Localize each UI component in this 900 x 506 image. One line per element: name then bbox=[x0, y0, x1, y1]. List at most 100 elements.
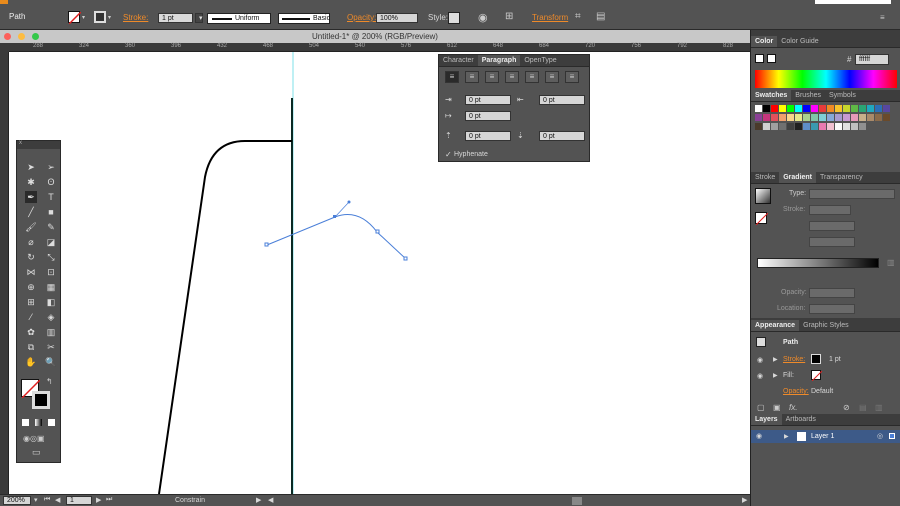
fill-swatch[interactable] bbox=[68, 11, 82, 25]
handle-point[interactable] bbox=[347, 200, 351, 204]
first-artboard-icon[interactable]: ⏮ bbox=[44, 496, 50, 504]
appearance-stroke-swatch[interactable] bbox=[811, 354, 821, 364]
appearance-fill-swatch[interactable] bbox=[811, 370, 823, 382]
zoom-dropdown-icon[interactable]: ▾ bbox=[34, 496, 38, 504]
next-artboard-icon[interactable]: ▶ bbox=[96, 496, 101, 504]
color-swatch[interactable] bbox=[827, 114, 834, 121]
hyphenate-checkbox[interactable]: ✓ bbox=[445, 150, 452, 159]
fill-expand-icon[interactable]: ▶ bbox=[773, 372, 778, 379]
layer-target-icon[interactable]: ◎ bbox=[877, 432, 883, 440]
color-swatch[interactable] bbox=[787, 105, 794, 112]
tab-symbols[interactable]: Symbols bbox=[825, 90, 860, 101]
tab-swatches[interactable]: Swatches bbox=[751, 90, 792, 101]
color-swatch[interactable] bbox=[875, 105, 882, 112]
eyedropper-tool-icon[interactable]: ⁄ bbox=[25, 311, 37, 323]
stroke-expand-icon[interactable]: ▶ bbox=[773, 356, 778, 363]
type-tool-icon[interactable]: T bbox=[45, 191, 57, 203]
anchor-point[interactable] bbox=[403, 256, 408, 261]
transform-link[interactable]: Transform bbox=[532, 13, 568, 22]
color-swatch[interactable] bbox=[755, 123, 762, 130]
variable-width-profile[interactable]: Uniform bbox=[207, 13, 271, 24]
tab-brushes[interactable]: Brushes bbox=[791, 90, 825, 101]
tab-appearance[interactable]: Appearance bbox=[751, 320, 800, 331]
anchor-point[interactable] bbox=[375, 229, 380, 234]
fill-visibility-icon[interactable]: ◉ bbox=[757, 372, 763, 380]
column-graph-tool-icon[interactable]: ▥ bbox=[45, 326, 57, 338]
color-swatch[interactable] bbox=[795, 105, 802, 112]
color-swatch[interactable] bbox=[787, 123, 794, 130]
scroll-right-icon[interactable]: ▶ bbox=[742, 496, 747, 504]
color-swatch[interactable] bbox=[811, 114, 818, 121]
aspect-field[interactable] bbox=[809, 237, 855, 247]
tab-color[interactable]: Color bbox=[751, 36, 778, 47]
align-left-button[interactable]: ≡ bbox=[445, 71, 459, 83]
horizontal-scrollbar[interactable] bbox=[572, 497, 582, 505]
color-swatch[interactable] bbox=[803, 105, 810, 112]
color-swatch[interactable] bbox=[875, 114, 882, 121]
stroke-weight-dropdown[interactable]: ▾ bbox=[195, 13, 203, 23]
layer-selection-icon[interactable] bbox=[889, 433, 895, 439]
color-swatch[interactable] bbox=[763, 105, 770, 112]
hex-field[interactable]: ffffff bbox=[855, 54, 889, 65]
stroke-link[interactable]: Stroke: bbox=[123, 13, 148, 22]
horizontal-ruler[interactable]: 288 324 360 396 432 468 504 540 576 612 648 684 720 7… bbox=[9, 43, 750, 52]
color-swatch[interactable] bbox=[827, 105, 834, 112]
tab-color-guide[interactable]: Color Guide bbox=[777, 36, 822, 47]
gradient-thumbnail[interactable] bbox=[755, 188, 771, 204]
artwork[interactable] bbox=[9, 52, 750, 495]
scale-tool-icon[interactable]: ⤡ bbox=[45, 251, 57, 263]
stroke-color-box[interactable] bbox=[32, 391, 50, 409]
tab-character[interactable]: Character bbox=[439, 55, 478, 66]
color-swatch[interactable] bbox=[779, 105, 786, 112]
stroke-indicator[interactable] bbox=[767, 54, 776, 63]
hand-tool-icon[interactable]: ✋ bbox=[25, 356, 37, 368]
fill-stroke-toggle[interactable] bbox=[755, 212, 769, 226]
left-indent-field[interactable]: 0 pt bbox=[465, 95, 511, 105]
panel-menu-icon[interactable]: ≡ bbox=[880, 13, 885, 22]
status-menu-icon[interactable]: ▶ bbox=[256, 496, 261, 504]
opacity-field[interactable]: 100% bbox=[376, 13, 418, 23]
color-mode-icon[interactable] bbox=[22, 419, 29, 426]
color-swatch[interactable] bbox=[811, 123, 818, 130]
color-swatch[interactable] bbox=[843, 114, 850, 121]
color-swatch[interactable] bbox=[867, 105, 874, 112]
duplicate-item-icon[interactable]: ▤ bbox=[859, 403, 867, 412]
zoom-tool-icon[interactable]: 🔍 bbox=[45, 356, 57, 368]
pen-tool-icon[interactable]: ✒ bbox=[25, 191, 37, 203]
space-after-field[interactable]: 0 pt bbox=[539, 131, 585, 141]
color-swatch[interactable] bbox=[835, 123, 842, 130]
delete-stop-icon[interactable]: ▥ bbox=[887, 258, 895, 267]
color-swatch[interactable] bbox=[859, 114, 866, 121]
align-icon[interactable]: ⊞ bbox=[505, 11, 513, 22]
gradient-tool-icon[interactable]: ◧ bbox=[45, 296, 57, 308]
opacity-link[interactable]: Opacity: bbox=[347, 13, 376, 22]
stroke-dropdown-icon[interactable]: ▾ bbox=[108, 14, 111, 21]
style-swatch[interactable] bbox=[448, 12, 460, 24]
isolate-icon[interactable]: ⌗ bbox=[575, 11, 581, 22]
color-swatch[interactable] bbox=[851, 105, 858, 112]
layer-visibility-icon[interactable]: ◉ bbox=[756, 432, 762, 440]
justify-center-button[interactable]: ≡ bbox=[525, 71, 539, 83]
color-swatch[interactable] bbox=[851, 114, 858, 121]
color-swatch[interactable] bbox=[779, 114, 786, 121]
add-effect-button[interactable]: fx. bbox=[789, 403, 797, 412]
direct-selection-tool-icon[interactable]: ➢ bbox=[45, 161, 57, 173]
tab-artboards[interactable]: Artboards bbox=[782, 414, 820, 425]
zoom-field[interactable]: 200% bbox=[3, 496, 31, 505]
gradient-mode-icon[interactable] bbox=[35, 419, 42, 426]
previous-artboard-icon[interactable]: ◀ bbox=[55, 496, 60, 504]
rectangle-tool-icon[interactable]: ■ bbox=[45, 206, 57, 218]
tab-paragraph[interactable]: Paragraph bbox=[477, 55, 521, 66]
delete-item-icon[interactable]: ▥ bbox=[875, 403, 883, 412]
lasso-tool-icon[interactable]: ʘ bbox=[45, 176, 57, 188]
angle-field[interactable] bbox=[809, 221, 855, 231]
color-swatch[interactable] bbox=[771, 105, 778, 112]
color-swatch[interactable] bbox=[763, 123, 770, 130]
stroke-swatch[interactable] bbox=[94, 11, 106, 23]
color-swatch[interactable] bbox=[827, 123, 834, 130]
color-swatch[interactable] bbox=[779, 123, 786, 130]
color-swatch[interactable] bbox=[843, 105, 850, 112]
gradient-stroke-buttons[interactable] bbox=[809, 205, 851, 215]
justify-right-button[interactable]: ≡ bbox=[545, 71, 559, 83]
gradient-type-dropdown[interactable] bbox=[809, 189, 895, 199]
